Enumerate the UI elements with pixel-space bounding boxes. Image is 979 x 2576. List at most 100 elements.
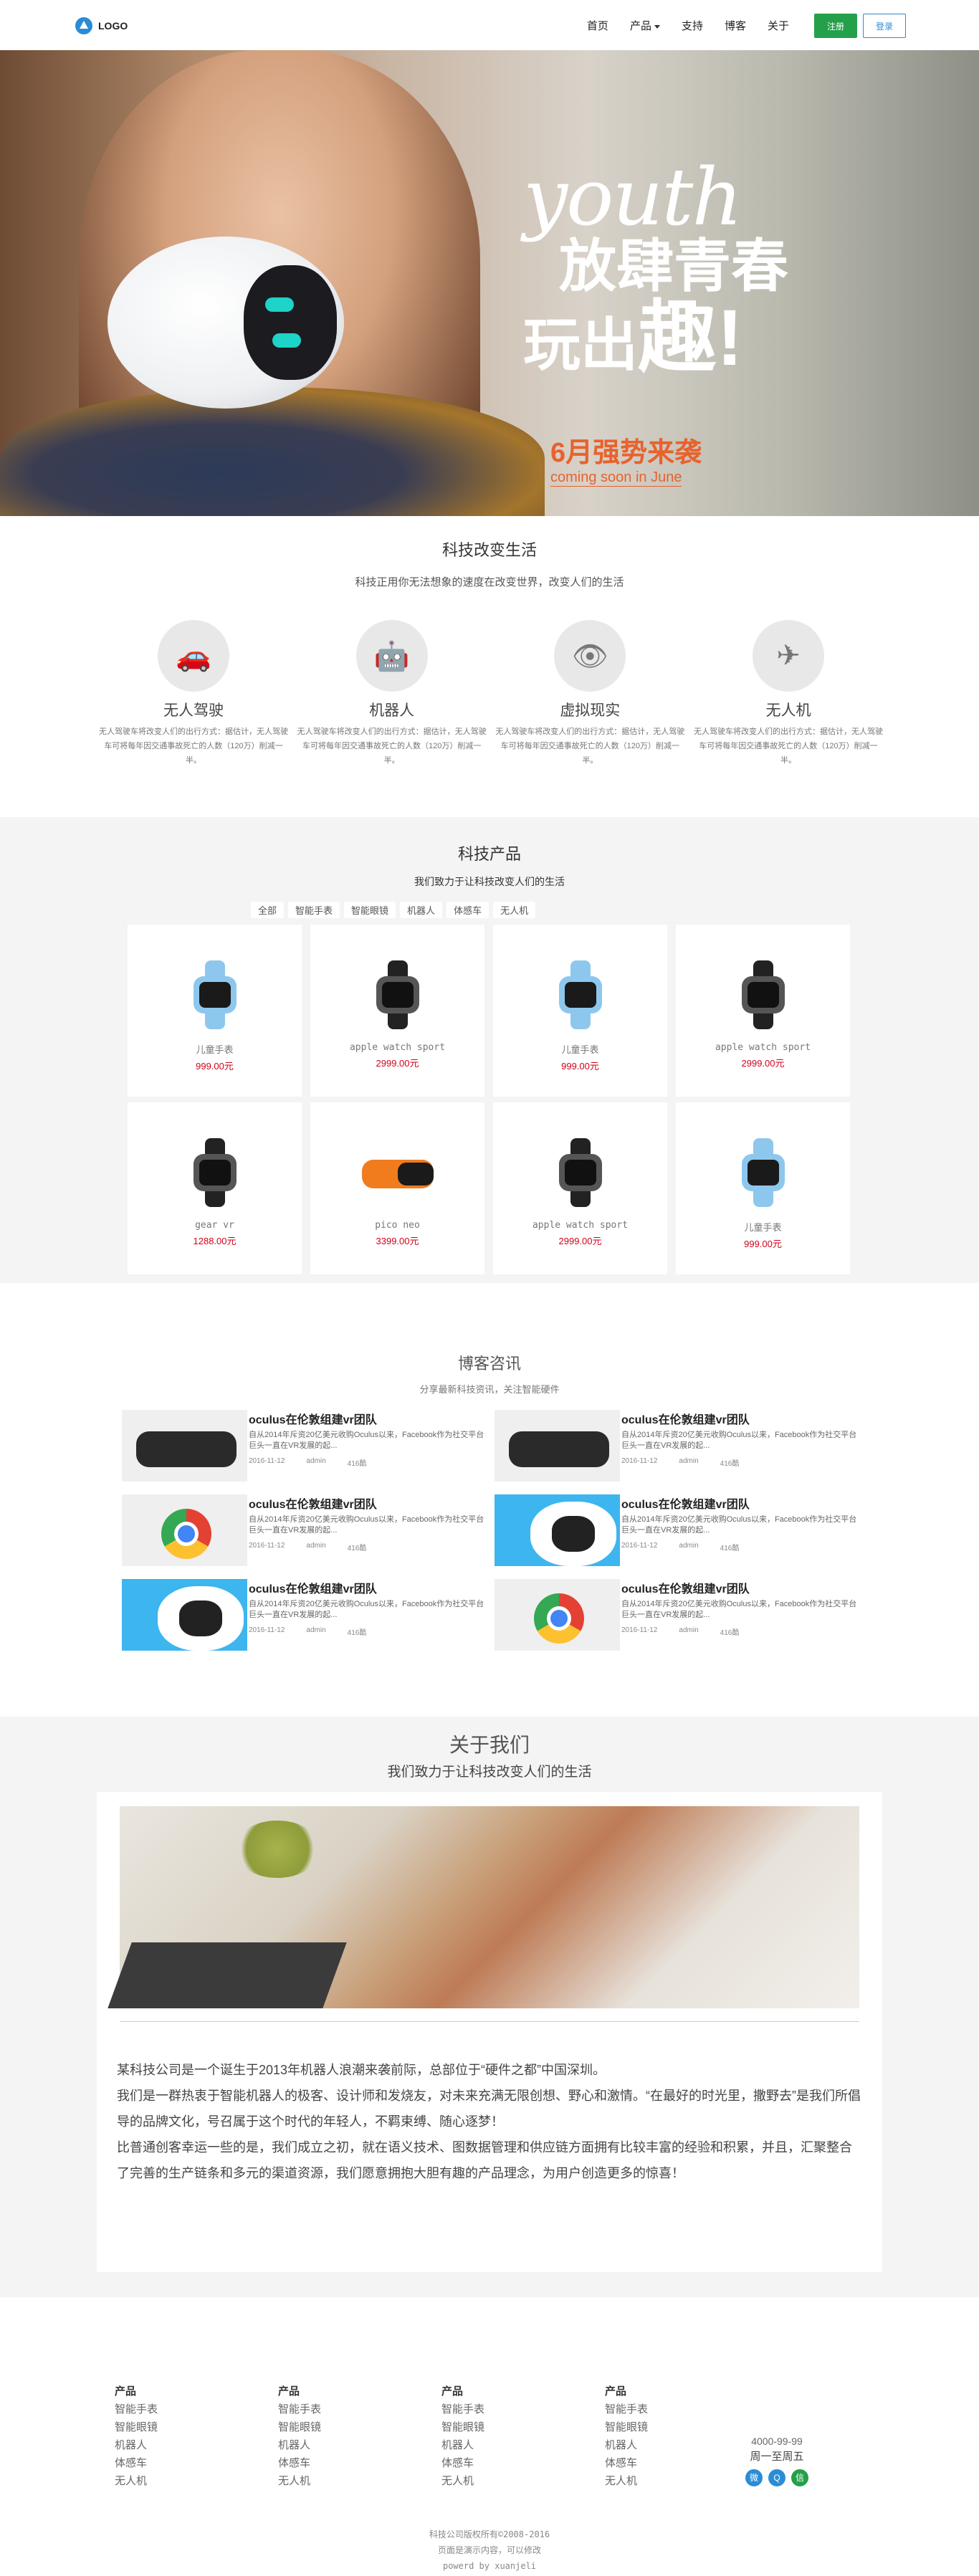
android-icon: 🤖 [355,620,428,692]
feature-item: 👁 虚拟现实 无人驾驶车将改变人们的出行方式：据估计，无人驾驶车可将每年因交通事… [493,620,687,768]
blog-post[interactable]: oculus在伦敦组建vr团队 自从2014年斥资20亿美元收购Oculus以来… [495,1410,860,1482]
footer-link[interactable]: 无人机 [115,2472,278,2490]
features-subtitle: 科技正用你无法想象的速度在改变世界，改变人们的生活 [355,576,624,588]
feature-desc: 无人驾驶车将改变人们的出行方式：据估计，无人驾驶车可将每年因交通事故死亡的人数（… [495,728,685,765]
products-title: 科技产品 [457,845,521,863]
footer-link[interactable]: 智能眼镜 [441,2418,605,2436]
product-card[interactable]: 儿童手表 999.00元 [493,925,667,1097]
kids-watch-image [735,1138,792,1207]
wechat-icon[interactable]: 信 [791,2469,808,2486]
footer-link[interactable]: 无人机 [605,2472,768,2490]
chevron-down-icon [654,24,660,29]
post-title[interactable]: oculus在伦敦组建vr团队 [249,1579,487,1596]
nav-item-home[interactable]: 首页 [587,18,608,33]
footer-link[interactable]: 机器人 [278,2436,441,2454]
footer-link[interactable]: 智能眼镜 [278,2418,441,2436]
nav-item-about[interactable]: 关于 [768,18,789,33]
kids-watch-image [552,960,609,1029]
about-card: 某科技公司是一个诞生于2013年机器人浪潮来袭前际，总部位于“硬件之都”中国深圳… [97,1792,882,2272]
post-excerpt: 自从2014年斥资20亿美元收购Oculus以来，Facebook作为社交平台巨… [621,1515,857,1535]
product-name: pico neo [375,1220,420,1231]
qq-icon[interactable]: Q [768,2469,785,2486]
about-paragraph: 我们是一群热衷于智能机器人的极客、设计师和发烧友，对未来充满无限创想、野心和激情… [117,2089,861,2129]
footer-link[interactable]: 无人机 [441,2472,605,2490]
post-title[interactable]: oculus在伦敦组建vr团队 [621,1410,860,1427]
footer-link[interactable]: 智能眼镜 [115,2418,278,2436]
footer-link[interactable]: 机器人 [115,2436,278,2454]
footer-column: 产品 智能手表 智能眼镜 机器人 体感车 无人机 [441,2383,605,2490]
product-name: apple watch sport [532,1220,629,1231]
tab-balance-car[interactable]: 体感车 [446,902,490,918]
product-card[interactable]: 儿童手表 999.00元 [128,925,302,1097]
blog-post[interactable]: oculus在伦敦组建vr团队 自从2014年斥资20亿美元收购Oculus以来… [495,1579,860,1651]
tab-all[interactable]: 全部 [251,902,285,918]
product-name: apple watch sport [349,1042,446,1053]
products-subtitle: 我们致力于让科技改变人们的生活 [414,876,565,887]
plane-icon: ✈ [752,620,824,692]
product-card[interactable]: gear vr 1288.00元 [128,1102,302,1274]
hero-banner[interactable]: youth 放肆青春 玩出趣! 6月强势来袭 coming soon in Ju… [0,50,979,516]
footer-link[interactable]: 智能手表 [441,2400,605,2418]
chrome-icon [161,1509,211,1559]
post-excerpt: 自从2014年斥资20亿美元收购Oculus以来，Facebook作为社交平台巨… [249,1431,484,1450]
product-name: apple watch sport [715,1042,811,1053]
footer-link[interactable]: 机器人 [605,2436,768,2454]
post-excerpt: 自从2014年斥资20亿美元收购Oculus以来，Facebook作为社交平台巨… [621,1431,857,1450]
apple-watch-image [552,1138,609,1207]
hero-line-1: 放肆青春 [559,234,788,298]
tab-robot[interactable]: 机器人 [400,902,443,918]
product-card[interactable]: apple watch sport 2999.00元 [493,1102,667,1274]
login-button[interactable]: 登录 [863,14,906,38]
feature-name: 无人机 [765,702,811,719]
product-card[interactable]: 儿童手表 999.00元 [676,1102,850,1274]
features-title: 科技改变生活 [441,541,537,559]
post-meta: 2016-11-12 admin 416酷 [249,1626,367,1637]
post-title[interactable]: oculus在伦敦组建vr团队 [621,1579,860,1596]
product-price: 2999.00元 [741,1058,785,1069]
weibo-icon[interactable]: 微 [745,2469,763,2486]
footer-link[interactable]: 体感车 [605,2454,768,2472]
footer-link[interactable]: 机器人 [441,2436,605,2454]
footer-link[interactable]: 智能手表 [115,2400,278,2418]
blog-post[interactable]: oculus在伦敦组建vr团队 自从2014年斥资20亿美元收购Oculus以来… [122,1410,487,1482]
chrome-icon [534,1593,584,1644]
footer-heading: 产品 [278,2385,300,2398]
product-card[interactable]: apple watch sport 2999.00元 [676,925,850,1097]
about-title: 关于我们 [449,1734,530,1756]
footer-link[interactable]: 体感车 [441,2454,605,2472]
post-title[interactable]: oculus在伦敦组建vr团队 [249,1410,487,1427]
footer-link[interactable]: 体感车 [278,2454,441,2472]
product-card[interactable]: pico neo 3399.00元 [310,1102,484,1274]
hero-line-2: 玩出趣! [523,294,743,382]
blog-post[interactable]: oculus在伦敦组建vr团队 自从2014年斥资20亿美元收购Oculus以来… [122,1579,487,1651]
about-paragraph: 某科技公司是一个诞生于2013年机器人浪潮来袭前际，总部位于“硬件之都”中国深圳… [117,2063,606,2077]
blog-post[interactable]: oculus在伦敦组建vr团队 自从2014年斥资20亿美元收购Oculus以来… [495,1494,860,1566]
footer-columns: 产品 智能手表 智能眼镜 机器人 体感车 无人机 产品 智能手表 智能眼镜 机器… [115,2383,768,2490]
feature-name: 机器人 [369,702,415,719]
blog-post[interactable]: oculus在伦敦组建vr团队 自从2014年斥资20亿美元收购Oculus以来… [122,1494,487,1566]
footer-link[interactable]: 智能手表 [605,2400,768,2418]
post-title[interactable]: oculus在伦敦组建vr团队 [621,1494,860,1512]
blog-section: 博客咨讯 分享最新科技资讯，关注智能硬件 oculus在伦敦组建vr团队 自从2… [0,1283,979,1717]
nav-item-support[interactable]: 支持 [682,18,703,33]
tab-drone[interactable]: 无人机 [493,902,536,918]
nav-item-blog[interactable]: 博客 [725,18,746,33]
footer-link[interactable]: 智能手表 [278,2400,441,2418]
main-menu: 首页 产品 支持 博客 关于 [565,18,789,33]
features-section: 科技改变生活 科技正用你无法想象的速度在改变世界，改变人们的生活 🚗 无人驾驶 … [0,516,979,817]
logo[interactable]: LOGO [75,17,128,34]
product-card[interactable]: apple watch sport 2999.00元 [310,925,484,1097]
footer-link[interactable]: 无人机 [278,2472,441,2490]
footer-link[interactable]: 体感车 [115,2454,278,2472]
footer-link[interactable]: 智能眼镜 [605,2418,768,2436]
post-thumbnail [122,1579,247,1651]
divider [120,2021,859,2022]
tab-smart-glasses[interactable]: 智能眼镜 [344,902,396,918]
register-button[interactable]: 注册 [814,14,857,38]
nav-item-products[interactable]: 产品 [630,18,660,33]
feature-list: 🚗 无人驾驶 无人驾驶车将改变人们的出行方式：据估计，无人驾驶车可将每年因交通事… [97,620,885,768]
tab-smart-watch[interactable]: 智能手表 [288,902,340,918]
post-title[interactable]: oculus在伦敦组建vr团队 [249,1494,487,1512]
feature-name: 无人驾驶 [163,702,224,719]
post-thumbnail [495,1494,620,1566]
